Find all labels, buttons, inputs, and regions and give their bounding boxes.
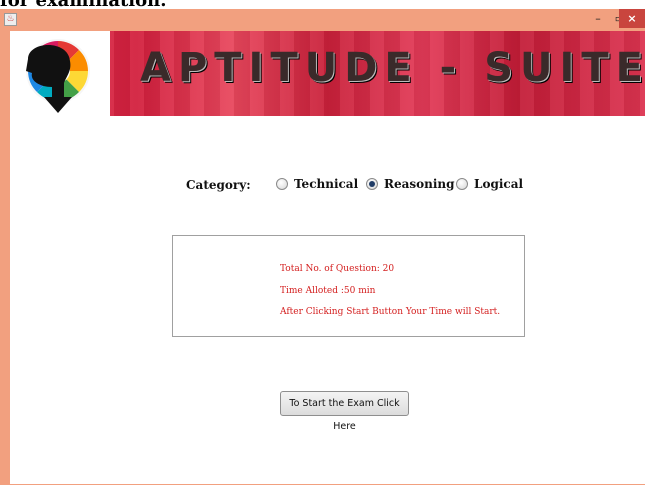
exam-info-box: Total No. of Question: 20 Time Alloted :… (172, 235, 525, 337)
head-color-wheel-logo (10, 31, 110, 116)
banner-title: APTITUDE - SUITE (140, 45, 645, 91)
close-button[interactable]: × (619, 9, 645, 28)
title-bar[interactable]: ♨ – ▭ × (0, 9, 645, 31)
radio-technical-label[interactable]: Technical (294, 177, 358, 191)
info-total-questions: Total No. of Question: 20 (280, 264, 395, 274)
radio-reasoning-circle[interactable] (366, 178, 378, 190)
radio-logical[interactable]: Logical (456, 176, 523, 192)
radio-reasoning[interactable]: Reasoning (366, 176, 455, 192)
info-start-note: After Clicking Start Button Your Time wi… (280, 307, 501, 317)
app-window: ♨ – ▭ × (0, 9, 645, 485)
radio-logical-circle[interactable] (456, 178, 468, 190)
radio-logical-label[interactable]: Logical (474, 177, 523, 191)
window-content: APTITUDE - SUITE Category: Technical Rea… (10, 31, 645, 484)
radio-technical[interactable]: Technical (276, 176, 358, 192)
minimize-button[interactable]: – (588, 9, 608, 28)
category-label: Category: (186, 178, 251, 192)
banner: APTITUDE - SUITE (10, 31, 645, 116)
java-app-icon[interactable]: ♨ (4, 13, 17, 26)
radio-reasoning-label[interactable]: Reasoning (384, 177, 455, 191)
info-time-alloted: Time Alloted :50 min (280, 286, 376, 296)
radio-technical-circle[interactable] (276, 178, 288, 190)
start-exam-button[interactable]: To Start the Exam Click Here (280, 391, 409, 432)
